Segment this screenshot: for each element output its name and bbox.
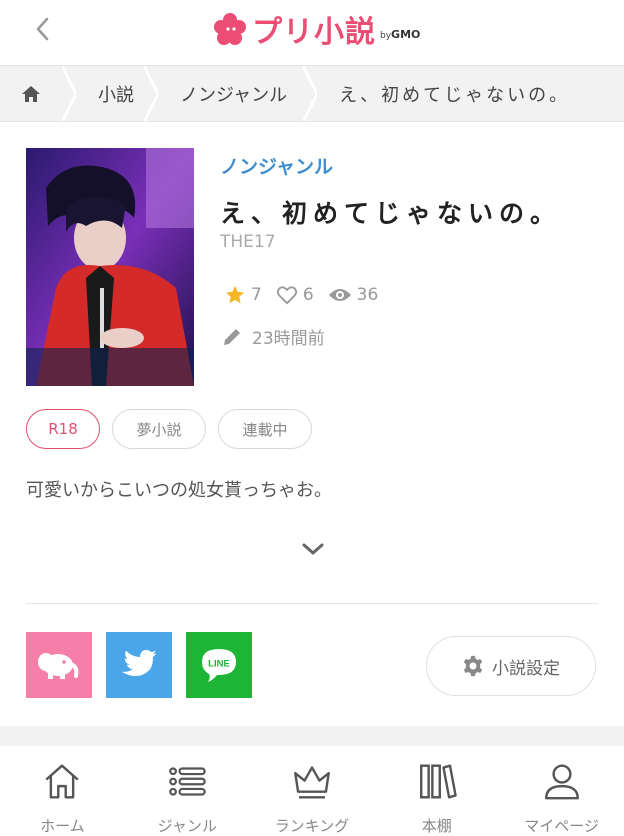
line-logo-icon: LINE	[202, 649, 236, 682]
nav-home[interactable]: ホーム	[0, 746, 125, 836]
nav-home-label: ホーム	[40, 817, 85, 835]
like-count: 6	[276, 285, 314, 305]
breadcrumb-item-current: え、初めてじゃないの。	[339, 84, 571, 106]
svg-text:LINE: LINE	[208, 659, 230, 670]
nav-genre[interactable]: ジャンル	[125, 746, 250, 836]
bottom-navigation: ホーム ジャンル ランキング 本棚 マイページ	[0, 746, 624, 836]
back-chevron-icon[interactable]	[28, 14, 58, 44]
elephant-icon	[38, 653, 79, 679]
logo-company: byGMO	[380, 28, 421, 41]
section-gap	[0, 726, 624, 746]
novel-cover-image[interactable]	[26, 148, 194, 386]
novel-settings-button[interactable]: 小説設定	[426, 636, 596, 696]
breadcrumb: 小説 ノンジャンル え、初めてじゃないの。	[0, 66, 624, 122]
heart-icon	[276, 286, 297, 305]
app-logo[interactable]: プリ小説 byGMO	[212, 9, 421, 50]
nav-bookshelf[interactable]: 本棚	[374, 746, 499, 836]
novel-synopsis: 可愛いからこいつの処女貰っちゃお。	[26, 480, 332, 501]
share-prinovel-button[interactable]	[26, 632, 92, 698]
novel-title: え、初めてじゃないの。	[220, 199, 562, 228]
nav-ranking-label: ランキング	[274, 817, 350, 835]
breadcrumb-separator	[144, 66, 158, 121]
breadcrumb-item-novel[interactable]: 小説	[76, 66, 144, 121]
star-count: 7	[224, 284, 262, 306]
nav-genre-label: ジャンル	[157, 817, 217, 835]
cover-illustration	[26, 148, 194, 386]
gear-icon	[463, 655, 483, 677]
breadcrumb-separator	[62, 66, 76, 121]
pencil-icon	[224, 328, 240, 345]
breadcrumb-separator	[303, 66, 318, 121]
crown-icon	[294, 766, 330, 799]
nav-mypage-label: マイページ	[524, 817, 599, 835]
tag-list: R18 夢小説 連載中	[26, 409, 324, 449]
expand-chevron-icon[interactable]	[300, 538, 326, 560]
share-twitter-button[interactable]	[106, 632, 172, 698]
tag-serializing[interactable]: 連載中	[218, 409, 312, 449]
novel-stats: 7 6 36	[224, 284, 392, 306]
nav-mypage[interactable]: マイページ	[499, 746, 624, 836]
last-updated: 23時間前	[222, 324, 325, 349]
tag-dream-novel[interactable]: 夢小説	[112, 409, 206, 449]
breadcrumb-home[interactable]	[0, 66, 62, 121]
tag-r18[interactable]: R18	[26, 409, 100, 449]
flower-logo-icon	[214, 13, 246, 45]
home-icon	[22, 85, 40, 102]
view-count: 36	[328, 285, 378, 305]
star-icon	[225, 285, 245, 304]
bookshelf-icon	[419, 764, 457, 799]
breadcrumb-item-genre[interactable]: ノンジャンル	[158, 66, 303, 121]
novel-genre-link[interactable]: ノンジャンル	[220, 152, 333, 179]
nav-bookshelf-label: 本棚	[421, 817, 452, 835]
share-line-button[interactable]: LINE	[186, 632, 252, 698]
nav-ranking[interactable]: ランキング	[250, 746, 375, 836]
divider	[26, 603, 598, 604]
logo-text: プリ小説	[252, 15, 376, 50]
user-icon	[544, 764, 579, 800]
home-icon	[45, 764, 79, 799]
list-icon	[169, 767, 206, 796]
twitter-bird-icon	[121, 649, 157, 677]
novel-author[interactable]: THE17	[220, 232, 276, 252]
app-header: プリ小説 byGMO	[0, 0, 624, 66]
eye-icon	[328, 289, 351, 301]
